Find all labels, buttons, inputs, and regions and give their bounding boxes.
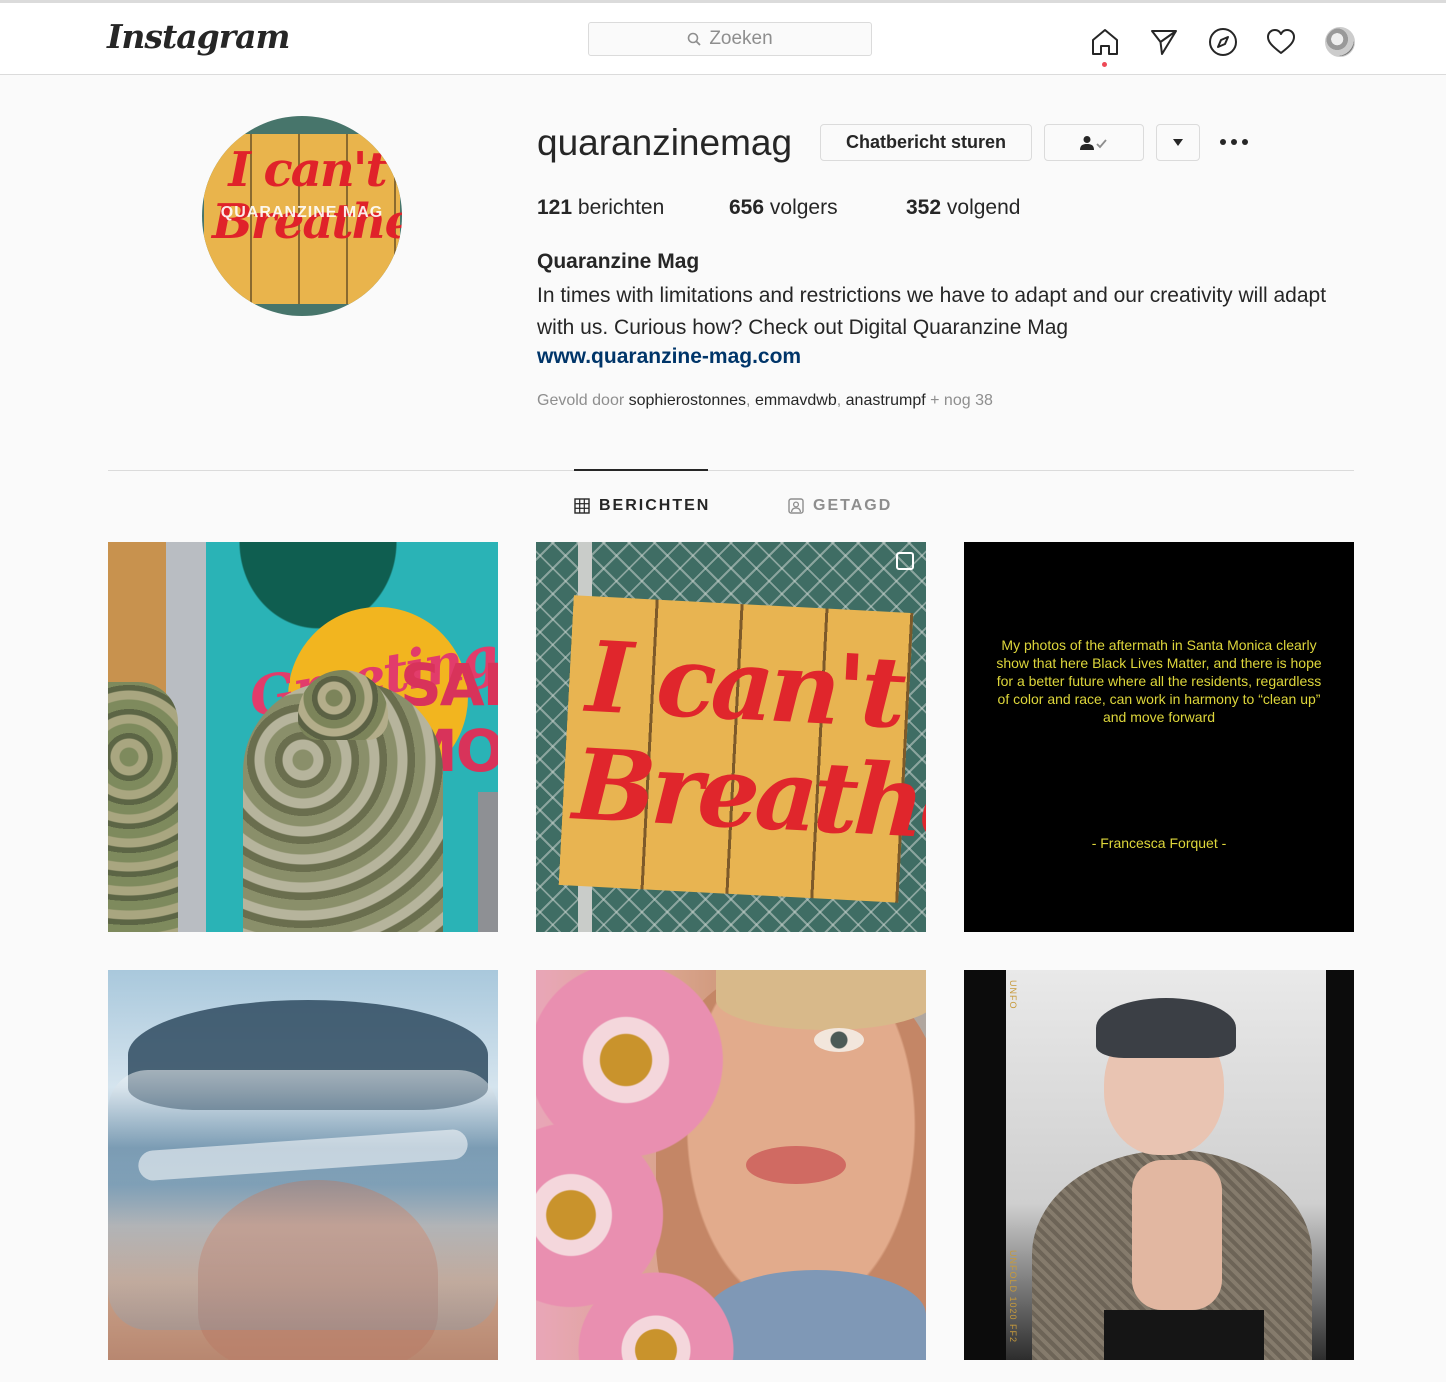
caret-down-icon	[1173, 138, 1183, 146]
tab-posts-label: BERICHTEN	[599, 497, 711, 514]
followed-by-user[interactable]: anastrumpf	[846, 392, 926, 409]
sign-text: I can't Breathe!	[570, 619, 926, 866]
tab-divider	[108, 470, 1354, 471]
multiple-photos-icon	[896, 552, 914, 570]
search-input[interactable]: Zoeken	[588, 22, 872, 56]
post-quote-author: - Francesca Forquet -	[1091, 835, 1227, 851]
film-edge-text: UNFOLD 1020 FF2	[1008, 1250, 1018, 1344]
home-icon[interactable]	[1088, 25, 1122, 59]
profile-username: quaranzinemag	[537, 122, 793, 163]
tab-tagged-label: GETAGD	[813, 497, 893, 514]
top-navigation: Instagram Zoeken	[0, 3, 1446, 75]
send-message-button[interactable]: Chatbericht sturen	[820, 124, 1032, 161]
post-thumbnail-man-bucket-hat[interactable]: UNFO UNFOLD 1020 FF2	[964, 970, 1354, 1360]
posts-count: 121 berichten	[537, 196, 665, 219]
post-thumbnail-face-shield[interactable]	[108, 970, 498, 1360]
tab-posts[interactable]: BERICHTEN	[574, 497, 710, 515]
post-thumbnail-girl-flowers[interactable]	[536, 970, 926, 1360]
profile-picture-watermark: QUARANZINE MAG	[220, 204, 384, 221]
followed-by-user[interactable]: emmavdwb	[755, 392, 837, 409]
activity-heart-icon[interactable]	[1264, 25, 1298, 59]
profile-website-link[interactable]: www.quaranzine-mag.com	[537, 345, 801, 369]
tagged-user-icon	[788, 498, 804, 514]
tab-tagged[interactable]: GETAGD	[788, 497, 892, 515]
followed-by-more[interactable]: + nog 38	[930, 392, 993, 409]
post-thumbnail-quote[interactable]: My photos of the aftermath in Santa Moni…	[964, 542, 1354, 932]
followers-count[interactable]: 656 volgers	[729, 196, 838, 220]
user-check-icon	[1080, 135, 1107, 150]
post-thumbnail-cant-breathe-sign[interactable]: I can't Breathe!	[536, 542, 926, 932]
profile-picture-artwork: I can't Breathe!	[212, 142, 402, 250]
film-edge-text: UNFO	[1008, 980, 1018, 1010]
following-count[interactable]: 352 volgend	[906, 196, 1020, 220]
instagram-logo[interactable]: Instagram	[107, 17, 290, 56]
active-tab-indicator	[574, 469, 708, 471]
profile-bio: In times with limitations and restrictio…	[537, 284, 1327, 339]
suggested-dropdown-button[interactable]	[1156, 124, 1200, 161]
post-thumbnail-soldiers-mural[interactable]: Greetings SAN MON	[108, 542, 498, 932]
profile-full-name: Quaranzine Mag	[537, 250, 700, 273]
direct-messages-icon[interactable]	[1147, 25, 1181, 59]
followed-by-user[interactable]: sophierostonnes	[629, 392, 746, 409]
more-options-icon[interactable]	[1214, 128, 1254, 156]
grid-icon	[574, 498, 590, 514]
followed-by: Gevold door sophierostonnes, emmavdwb, a…	[537, 392, 993, 409]
explore-compass-icon[interactable]	[1206, 25, 1240, 59]
post-quote-text: My photos of the aftermath in Santa Moni…	[996, 637, 1322, 725]
notification-dot	[1102, 62, 1107, 67]
search-icon	[688, 32, 701, 46]
following-status-button[interactable]	[1044, 124, 1144, 161]
profile-avatar-icon[interactable]	[1323, 25, 1357, 59]
profile-picture[interactable]: I can't Breathe! QUARANZINE MAG	[202, 116, 402, 316]
search-placeholder: Zoeken	[709, 28, 773, 49]
